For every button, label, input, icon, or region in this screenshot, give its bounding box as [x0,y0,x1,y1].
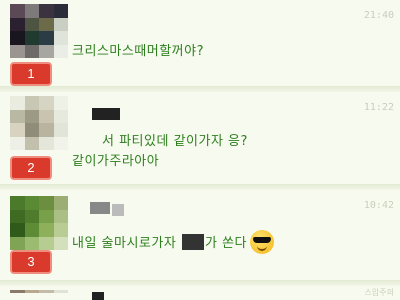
sender-name [112,204,124,216]
avatar [10,196,68,250]
message-text-part: 가 쏜다 [204,236,247,251]
chat-item[interactable]: 1 21:40 크리스마스때머할꺼야? [0,0,400,86]
chat-item[interactable]: 스압주의 [0,286,400,300]
message-text: 같이가주라아아 [72,154,160,169]
chat-number-badge: 3 [10,250,52,274]
timestamp: 10:42 [363,200,394,211]
message-text: 크리스마스때머할꺼야? [72,44,204,59]
chat-item[interactable]: 3 10:42 내일 술마시로가자 가 쏜다 [0,190,400,280]
chat-number-badge: 1 [10,62,52,86]
avatar [10,4,68,58]
chat-number-badge: 2 [10,156,52,180]
message-text: 서 파티있데 같이가자 응? [102,134,248,149]
sender-name [90,202,110,214]
message-text-part: 내일 술마시로가자 [72,236,181,251]
sunglasses-face-icon [249,230,274,254]
sender-name [92,292,104,300]
chat-item[interactable]: 2 11:22 서 파티있데 같이가자 응? 같이가주라아아 [0,92,400,184]
sender-name [92,108,120,120]
message-text: 내일 술마시로가자 가 쏜다 [72,230,274,254]
timestamp: 21:40 [363,10,394,21]
avatar [10,96,68,150]
timestamp: 11:22 [363,102,394,113]
watermark-text: 스압주의 [364,288,394,297]
redacted-name [181,234,204,250]
avatar [10,290,68,300]
